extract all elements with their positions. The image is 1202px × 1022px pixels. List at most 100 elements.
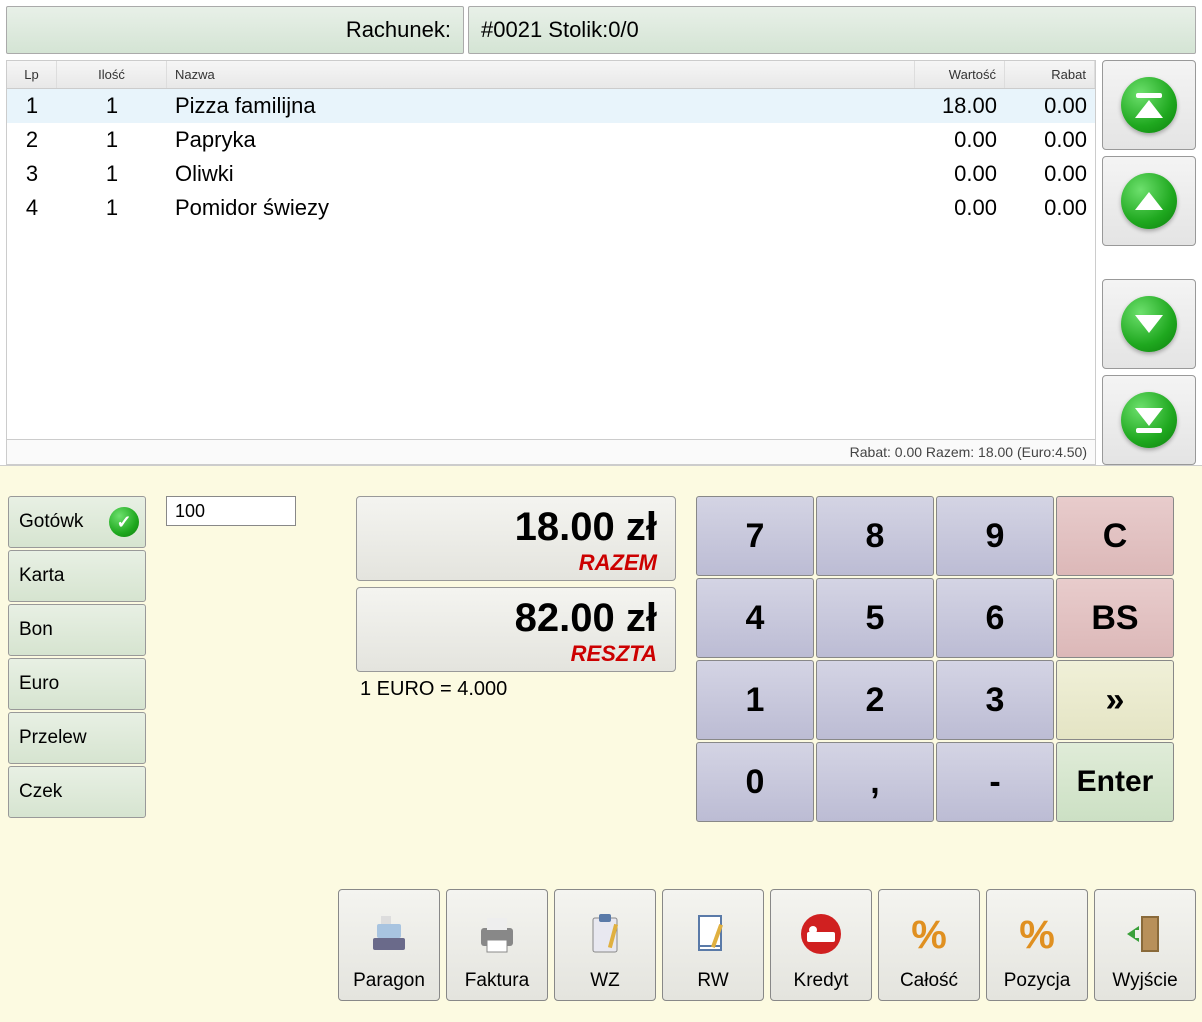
cell-nazwa: Pomidor świezy (167, 193, 915, 223)
cell-nazwa: Pizza familijna (167, 91, 915, 121)
total-razem-label: RAZEM (375, 550, 657, 576)
total-reszta-label: RESZTA (375, 641, 657, 667)
scroll-top-button[interactable] (1102, 60, 1196, 150)
payment-methods: Gotówk Karta Bon Euro Przelew Czek (8, 496, 146, 1003)
grid-body[interactable]: 11Pizza familijna18.000.0021Papryka0.000… (6, 89, 1096, 439)
key-forward[interactable]: » (1056, 660, 1174, 740)
table-row[interactable]: 41Pomidor świezy0.000.00 (7, 191, 1095, 225)
svg-text:%: % (911, 913, 947, 957)
exit-door-icon (1117, 906, 1173, 962)
scroll-up-button[interactable] (1102, 156, 1196, 246)
total-reszta: 82.00 zł RESZTA (356, 587, 676, 672)
key-5[interactable]: 5 (816, 578, 934, 658)
action-label: RW (697, 970, 728, 992)
payment-label: Euro (19, 673, 59, 695)
key-0[interactable]: 0 (696, 742, 814, 822)
scroll-down-button[interactable] (1102, 279, 1196, 369)
key-2[interactable]: 2 (816, 660, 934, 740)
cell-wartosc: 0.00 (915, 125, 1005, 155)
action-całość[interactable]: % Całość (878, 889, 980, 1001)
table-row[interactable]: 31Oliwki0.000.00 (7, 157, 1095, 191)
action-pozycja[interactable]: % Pozycja (986, 889, 1088, 1001)
key-8[interactable]: 8 (816, 496, 934, 576)
total-razem-value: 18.00 zł (375, 505, 657, 550)
grid-header: Lp Ilość Nazwa Wartość Rabat (6, 60, 1096, 89)
action-buttons: Paragon Faktura WZ RW Kredyt% Całość% Pozycja W… (338, 889, 1196, 1001)
cell-rabat: 0.00 (1005, 125, 1095, 155)
col-rabat: Rabat (1005, 61, 1095, 88)
action-wyjście[interactable]: Wyjście (1094, 889, 1196, 1001)
payment-label: Czek (19, 781, 62, 803)
key-comma[interactable]: , (816, 742, 934, 822)
action-faktura[interactable]: Faktura (446, 889, 548, 1001)
key-9[interactable]: 9 (936, 496, 1054, 576)
cash-register-icon (361, 906, 417, 962)
table-row[interactable]: 21Papryka0.000.00 (7, 123, 1095, 157)
key-dash[interactable]: - (936, 742, 1054, 822)
payment-label: Gotówk (19, 511, 83, 533)
payment-karta[interactable]: Karta (8, 550, 146, 602)
action-paragon[interactable]: Paragon (338, 889, 440, 1001)
action-label: Kredyt (794, 970, 849, 992)
percent-icon: % (901, 906, 957, 962)
action-label: Pozycja (1004, 970, 1071, 992)
cell-wartosc: 18.00 (915, 91, 1005, 121)
bill-panel: Rachunek: #0021 Stolik:0/0 Lp Ilość Nazw… (0, 0, 1202, 466)
action-label: Paragon (353, 970, 425, 992)
bill-info: #0021 Stolik:0/0 (468, 6, 1196, 54)
grid-footer: Rabat: 0.00 Razem: 18.00 (Euro:4.50) (6, 439, 1096, 465)
table-row[interactable]: 11Pizza familijna18.000.00 (7, 89, 1095, 123)
bed-icon (793, 906, 849, 962)
cell-rabat: 0.00 (1005, 193, 1095, 223)
cell-lp: 1 (7, 91, 57, 121)
col-nazwa: Nazwa (167, 61, 915, 88)
key-6[interactable]: 6 (936, 578, 1054, 658)
cell-nazwa: Oliwki (167, 159, 915, 189)
cell-ilosc: 1 (57, 193, 167, 223)
amount-input[interactable] (166, 496, 296, 526)
payment-label: Bon (19, 619, 53, 641)
key-3[interactable]: 3 (936, 660, 1054, 740)
payment-bon[interactable]: Bon (8, 604, 146, 656)
payment-czek[interactable]: Czek (8, 766, 146, 818)
key-7[interactable]: 7 (696, 496, 814, 576)
action-label: WZ (590, 970, 620, 992)
percent-icon: % (1009, 906, 1065, 962)
key-clear[interactable]: C (1056, 496, 1174, 576)
key-1[interactable]: 1 (696, 660, 814, 740)
cell-nazwa: Papryka (167, 125, 915, 155)
printer-icon (469, 906, 525, 962)
action-kredyt[interactable]: Kredyt (770, 889, 872, 1001)
cell-ilosc: 1 (57, 125, 167, 155)
bill-label: Rachunek: (6, 6, 464, 54)
total-reszta-value: 82.00 zł (375, 596, 657, 641)
action-label: Całość (900, 970, 958, 992)
payment-przelew[interactable]: Przelew (8, 712, 146, 764)
svg-text:%: % (1019, 913, 1055, 957)
cell-rabat: 0.00 (1005, 159, 1095, 189)
euro-rate: 1 EURO = 4.000 (356, 678, 676, 701)
col-lp: Lp (7, 61, 57, 88)
total-razem: 18.00 zł RAZEM (356, 496, 676, 581)
action-rw[interactable]: RW (662, 889, 764, 1001)
cell-ilosc: 1 (57, 91, 167, 121)
payment-label: Przelew (19, 727, 87, 749)
action-label: Faktura (465, 970, 529, 992)
cell-lp: 3 (7, 159, 57, 189)
check-icon (109, 507, 139, 537)
payment-euro[interactable]: Euro (8, 658, 146, 710)
key-4[interactable]: 4 (696, 578, 814, 658)
cell-lp: 2 (7, 125, 57, 155)
payment-label: Karta (19, 565, 64, 587)
key-enter[interactable]: Enter (1056, 742, 1174, 822)
cell-wartosc: 0.00 (915, 193, 1005, 223)
action-wz[interactable]: WZ (554, 889, 656, 1001)
clipboard-icon (577, 906, 633, 962)
document-edit-icon (685, 906, 741, 962)
cell-rabat: 0.00 (1005, 91, 1095, 121)
scroll-bottom-button[interactable] (1102, 375, 1196, 465)
cell-wartosc: 0.00 (915, 159, 1005, 189)
cell-ilosc: 1 (57, 159, 167, 189)
payment-gotówk[interactable]: Gotówk (8, 496, 146, 548)
key-backspace[interactable]: BS (1056, 578, 1174, 658)
